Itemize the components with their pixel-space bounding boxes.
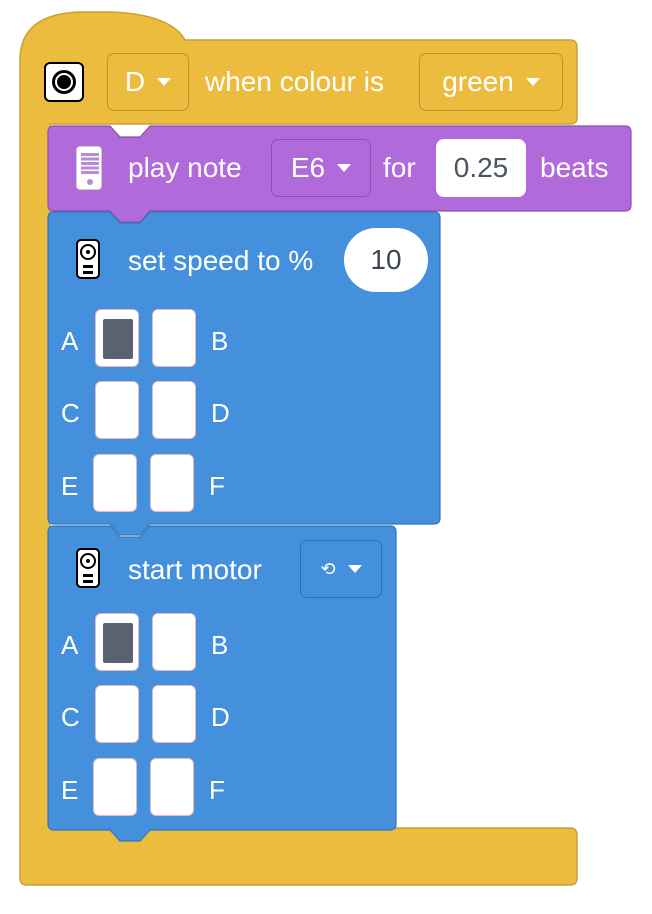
when-colour-label: when colour is [205,66,384,97]
port-label-b: B [211,630,229,660]
port-label-f: F [209,471,225,501]
for-label: for [383,152,416,183]
port-label-e: E [61,775,79,805]
chevron-down-icon [347,565,362,573]
port-label-e: E [61,471,79,501]
port-label-f: F [209,775,225,805]
play-note-label: play note [128,152,242,183]
sensor-port-value: D [124,66,146,97]
port-label-a: A [61,630,79,660]
port-e-toggle[interactable] [93,758,137,816]
beats-label: beats [540,152,609,183]
port-b-toggle[interactable] [152,613,196,671]
rotate-icon: ⟲ [320,558,336,580]
port-f-toggle[interactable] [150,758,194,816]
port-c-toggle[interactable] [95,381,139,439]
chevron-down-icon [157,78,172,86]
chevron-down-icon [525,78,540,86]
port-a-toggle[interactable] [95,309,139,367]
port-label-c: C [61,702,80,732]
port-b-toggle[interactable] [152,309,196,367]
color-sensor-icon [44,62,84,102]
light-matrix-icon [76,146,102,190]
port-c-toggle[interactable] [95,685,139,743]
colour-dropdown[interactable]: green [419,53,563,111]
port-e-toggle[interactable] [93,454,137,512]
port-label-d: D [211,398,230,428]
speed-input[interactable]: 10 [344,228,428,292]
set-speed-label: set speed to % [128,245,314,276]
motor-icon [76,239,100,279]
note-dropdown[interactable]: E6 [271,139,371,197]
port-d-toggle[interactable] [152,381,196,439]
start-motor-label: start motor [128,554,262,585]
port-label-d: D [211,702,230,732]
port-a-toggle[interactable] [95,613,139,671]
chevron-down-icon [337,164,352,172]
note-value: E6 [290,152,326,183]
port-d-toggle[interactable] [152,685,196,743]
motor-icon [76,548,100,588]
sensor-port-dropdown[interactable]: D [107,53,189,111]
colour-value: green [442,66,514,97]
port-label-b: B [211,326,229,356]
port-label-a: A [61,326,79,356]
port-label-c: C [61,398,80,428]
beats-input[interactable]: 0.25 [436,139,526,197]
port-f-toggle[interactable] [150,454,194,512]
direction-dropdown[interactable]: ⟲ [300,540,382,598]
